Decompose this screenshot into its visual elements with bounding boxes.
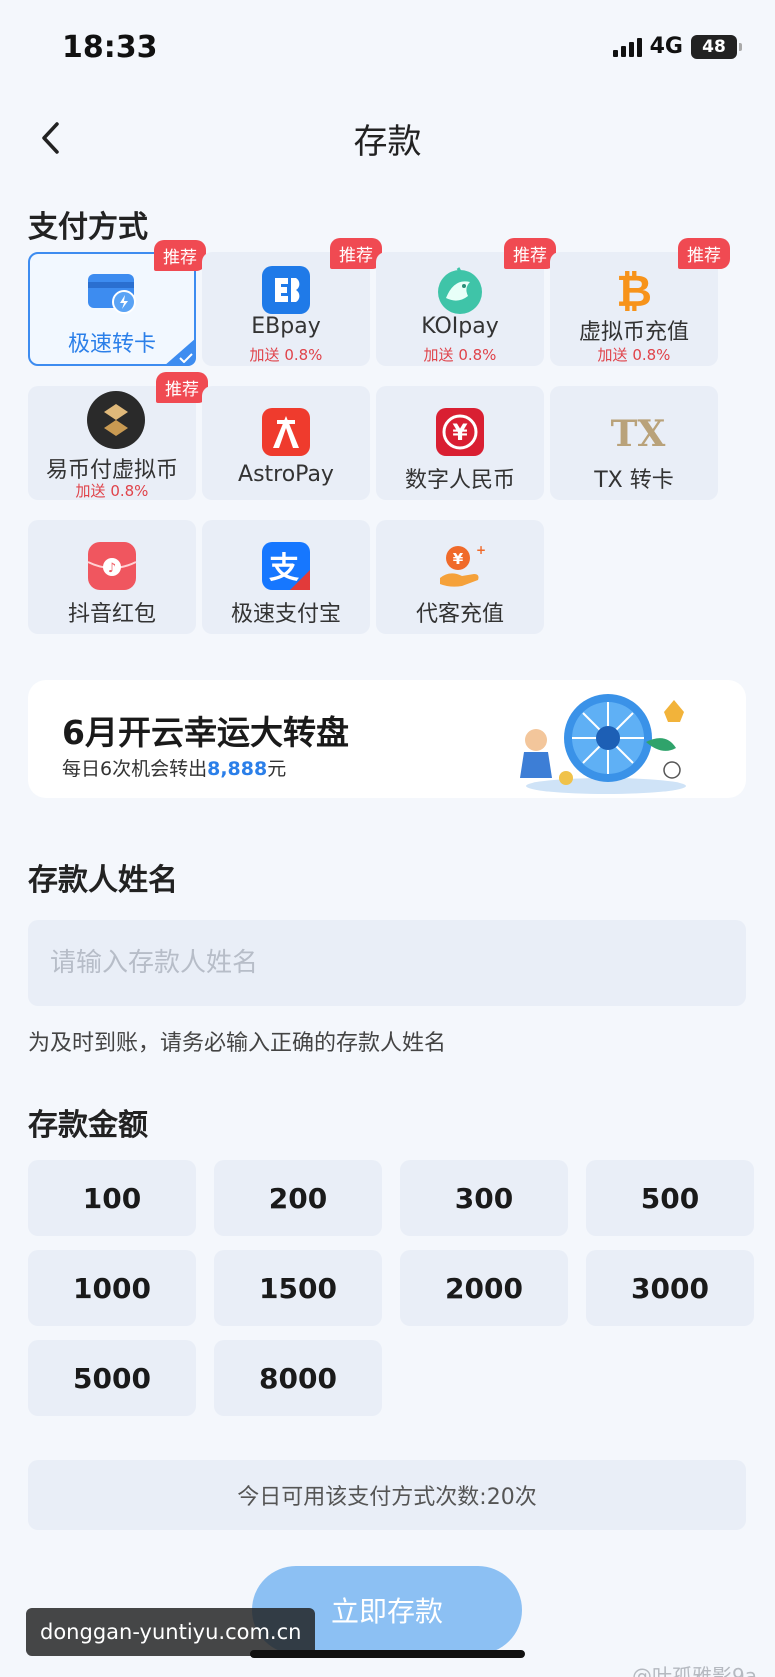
home-indicator <box>250 1650 525 1658</box>
recommend-badge: 推荐 <box>678 238 730 269</box>
amount-option[interactable]: 5000 <box>28 1340 196 1416</box>
digital-rmb-icon: ¥ <box>434 406 486 458</box>
amount-option[interactable]: 2000 <box>400 1250 568 1326</box>
amount-option[interactable]: 1500 <box>214 1250 382 1326</box>
watermark-url: donggan-yuntiyu.com.cn <box>26 1608 316 1656</box>
payment-method-ebpay[interactable]: 推荐 EBpay 加送 0.8% <box>202 238 382 366</box>
svg-text:TX: TX <box>611 413 666 455</box>
payment-method-fast-card[interactable]: 推荐 极速转卡 <box>28 240 206 366</box>
tx-logo-icon: TX <box>608 406 666 458</box>
recommend-badge: 推荐 <box>154 240 206 271</box>
payment-method-koipay[interactable]: 推荐 KOIpay 加送 0.8% <box>376 238 556 366</box>
recommend-badge: 推荐 <box>330 238 382 269</box>
recommend-badge: 推荐 <box>504 238 556 269</box>
hand-coin-icon: ¥ + <box>434 540 486 592</box>
payment-method-label: 代客充值 <box>415 602 504 627</box>
status-time: 18:33 <box>62 30 158 65</box>
payment-method-label: 极速转卡 <box>67 332 156 357</box>
card-lightning-icon <box>86 266 138 318</box>
svg-text:¥: ¥ <box>452 421 468 446</box>
amount-option[interactable]: 100 <box>28 1160 196 1236</box>
battery-level: 48 <box>702 36 726 57</box>
payment-method-crypto[interactable]: 推荐 ₿ 虚拟币充值 加送 0.8% <box>550 238 730 366</box>
bonus-text: 加送 0.8% <box>249 346 323 364</box>
bonus-text: 加送 0.8% <box>597 346 671 364</box>
payment-section-title: 支付方式 <box>28 210 148 245</box>
svg-text:♪: ♪ <box>108 561 116 576</box>
payment-method-label: KOIpay <box>421 314 499 339</box>
watermark-author: @叶孤雅影9a <box>632 1664 757 1677</box>
amount-section-title: 存款金额 <box>28 1108 148 1143</box>
battery-icon: 48 <box>691 34 742 59</box>
payment-method-douyin-redpacket[interactable]: ♪ 抖音红包 <box>28 520 196 634</box>
recommend-badge: 推荐 <box>156 372 208 403</box>
status-indicators: 4G 48 <box>612 34 742 59</box>
banner-subtitle: 每日6次机会转出8,888元 <box>62 758 287 780</box>
payment-method-label: TX 转卡 <box>594 468 674 493</box>
astropay-logo-icon <box>260 406 312 458</box>
amount-option[interactable]: 8000 <box>214 1340 382 1416</box>
amount-option[interactable]: 300 <box>400 1160 568 1236</box>
payment-method-tx-card[interactable]: TX TX 转卡 <box>550 386 718 500</box>
page-title: 存款 <box>353 122 422 162</box>
amount-option[interactable]: 1000 <box>28 1250 196 1326</box>
depositor-name-input[interactable] <box>28 920 746 1006</box>
payment-method-label: AstroPay <box>238 462 334 487</box>
lucky-wheel-illustration <box>496 682 696 797</box>
payment-method-agent-topup[interactable]: ¥ + 代客充值 <box>376 520 544 634</box>
payment-method-label: 数字人民币 <box>404 468 515 493</box>
payment-method-label: EBpay <box>251 314 321 339</box>
banner-title: 6月开云幸运大转盘 <box>62 713 349 752</box>
ebpay-logo-icon <box>260 264 312 316</box>
amount-option[interactable]: 3000 <box>586 1250 754 1326</box>
red-packet-icon: ♪ <box>86 540 138 592</box>
payment-method-fast-alipay[interactable]: 支 极速支付宝 <box>202 520 370 634</box>
payment-method-digital-rmb[interactable]: ¥ 数字人民币 <box>376 386 544 500</box>
payment-method-yibifu[interactable]: 推荐 易币付虚拟币 加送 0.8% <box>28 372 208 500</box>
svg-text:+: + <box>476 543 486 557</box>
koi-fish-icon <box>434 264 486 316</box>
status-bar: 18:33 4G 48 <box>0 0 775 90</box>
svg-text:₿: ₿ <box>616 266 652 316</box>
yibifu-logo-icon <box>86 390 145 449</box>
signal-icon <box>612 37 642 57</box>
network-type: 4G <box>649 34 683 59</box>
payment-method-label: 虚拟币充值 <box>578 320 689 345</box>
bitcoin-icon: ₿ <box>608 264 660 317</box>
payment-method-label: 极速支付宝 <box>230 602 341 627</box>
svg-text:支: 支 <box>269 551 299 586</box>
depositor-hint: 为及时到账，请务必输入正确的存款人姓名 <box>28 1031 447 1056</box>
alipay-icon: 支 <box>260 540 312 592</box>
amount-option[interactable]: 200 <box>214 1160 382 1236</box>
bonus-text: 加送 0.8% <box>423 346 497 364</box>
lucky-wheel-banner[interactable]: 6月开云幸运大转盘 每日6次机会转出8,888元 <box>28 680 746 798</box>
nav-bar: 存款 <box>0 100 775 176</box>
amount-option[interactable]: 500 <box>586 1160 754 1236</box>
bonus-text: 加送 0.8% <box>75 482 149 500</box>
payment-method-label: 抖音红包 <box>67 602 156 627</box>
depositor-section-title: 存款人姓名 <box>28 863 178 898</box>
payment-method-astropay[interactable]: AstroPay <box>202 386 370 500</box>
usage-count-text: 今日可用该支付方式次数:20次 <box>28 1460 746 1530</box>
svg-text:¥: ¥ <box>453 550 464 568</box>
